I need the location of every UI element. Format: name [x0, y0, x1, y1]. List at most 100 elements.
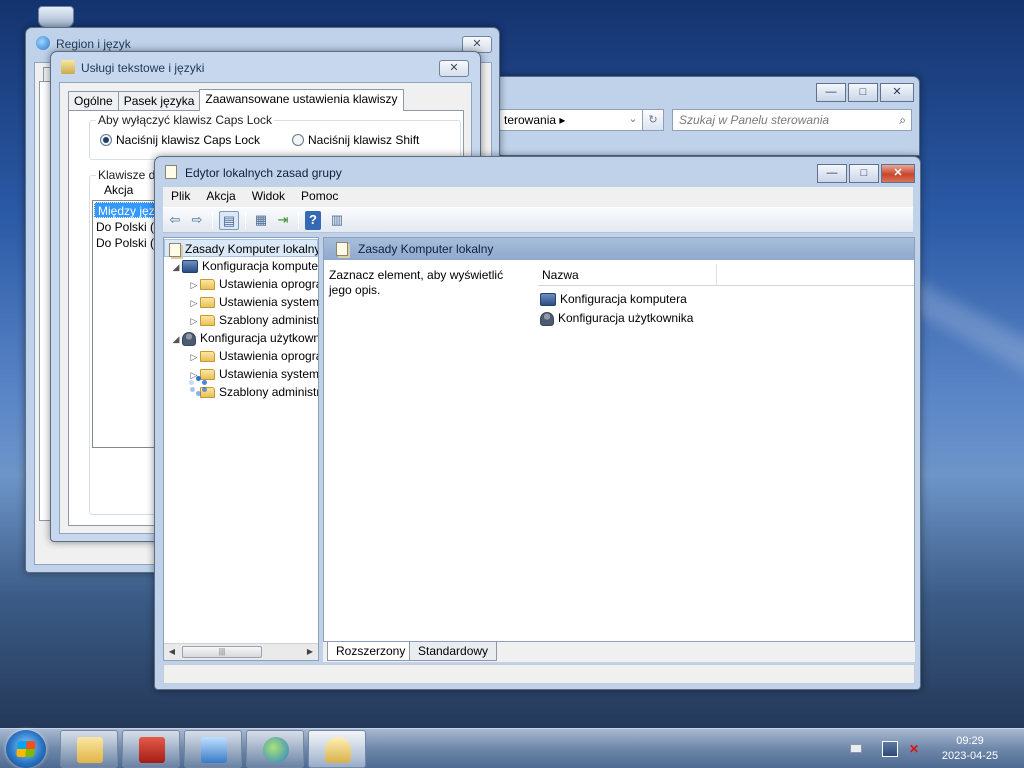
column-header-name[interactable]: Nazwa	[542, 268, 579, 282]
policy-doc-icon	[336, 242, 348, 256]
details-pane: Zasady Komputer lokalny Zaznacz element,…	[323, 237, 915, 661]
menu-file[interactable]: Plik	[163, 187, 198, 207]
export-list-icon[interactable]: ⇥	[273, 211, 293, 230]
column-header-action[interactable]: Akcja	[104, 183, 133, 197]
forward-arrow-icon[interactable]: ⇨	[187, 211, 207, 230]
menu-help[interactable]: Pomoc	[293, 187, 346, 207]
details-header: Zasady Komputer lokalny	[324, 238, 914, 260]
search-input[interactable]: Szukaj w Panelu sterowania ⌕	[672, 109, 912, 131]
menu-view[interactable]: Widok	[244, 187, 293, 207]
volume-muted-icon[interactable]: ✕	[906, 741, 922, 757]
collapse-icon[interactable]: ◢	[170, 330, 182, 348]
maximize-button[interactable]: □	[848, 83, 878, 102]
maximize-button[interactable]: □	[849, 164, 879, 183]
tree-item-user[interactable]: ◢Konfiguracja użytkownika	[170, 329, 318, 348]
control-panel-window: — □ ✕ terowania ▸ ⌄ ↻ Szukaj w Panelu st…	[500, 76, 920, 156]
tab-general[interactable]: Ogólne	[68, 91, 119, 111]
keyboard-tray-icon[interactable]	[850, 744, 862, 753]
toolbar-separator	[212, 212, 213, 229]
tab-language-bar[interactable]: Pasek języka	[117, 91, 201, 111]
tree-item-software-settings[interactable]: ▷Ustawienia oprogramowania	[188, 275, 318, 294]
computer-icon	[540, 293, 556, 307]
back-arrow-icon[interactable]: ⇦	[165, 211, 185, 230]
expand-icon[interactable]: ▷	[188, 294, 200, 312]
details-header-title: Zasady Komputer lokalny	[358, 242, 494, 256]
filter-view-icon[interactable]: ▥	[327, 211, 347, 230]
tab-standard[interactable]: Standardowy	[409, 642, 498, 661]
group-title: Aby wyłączyć klawisz Caps Lock	[96, 113, 275, 127]
list-item-user-config[interactable]: Konfiguracja użytkownika	[540, 309, 693, 327]
list-item-computer-config[interactable]: Konfiguracja komputera	[540, 290, 687, 308]
window-title: Region i język	[56, 37, 131, 51]
radio-capslock-label: Naciśnij klawisz Caps Lock	[116, 133, 261, 147]
clock-date: 2023-04-25	[941, 750, 999, 762]
scroll-thumb[interactable]: |||	[182, 646, 262, 658]
description-text: Zaznacz element, aby wyświetlić jego opi…	[329, 268, 504, 297]
taskbar-control-panel[interactable]	[184, 730, 242, 768]
menu-bar: Plik Akcja Widok Pomoc	[163, 187, 913, 207]
folder-icon	[200, 279, 215, 291]
status-bar	[163, 664, 915, 684]
user-icon	[540, 311, 554, 326]
window-title: Edytor lokalnych zasad grupy	[185, 166, 342, 180]
search-icon[interactable]: ⌕	[899, 110, 906, 130]
control-panel-icon	[201, 737, 227, 763]
radio-shift[interactable]	[292, 134, 304, 146]
tree-item-admin-templates[interactable]: ▷Szablony administracyjne	[188, 311, 318, 330]
expand-icon[interactable]: ▷	[188, 312, 200, 330]
keyboard-icon	[61, 60, 75, 74]
minimize-button[interactable]: —	[816, 83, 846, 102]
folder-icon	[200, 315, 215, 327]
column-header-row: Nazwa	[538, 264, 914, 286]
recycle-bin-icon[interactable]	[38, 6, 74, 28]
dropdown-icon[interactable]: ⌄	[622, 109, 644, 131]
tree-item-software-settings[interactable]: ▷Ustawienia oprogramowania	[188, 347, 318, 366]
clock-time: 09:29	[956, 735, 984, 747]
horizontal-scrollbar[interactable]: ◀ ||| ▶	[164, 643, 318, 660]
globe-icon	[36, 36, 50, 50]
user-icon	[182, 331, 196, 346]
scroll-right-icon[interactable]: ▶	[302, 644, 318, 660]
computer-icon	[182, 260, 198, 274]
column-separator[interactable]	[716, 264, 717, 286]
toolbox-icon	[139, 737, 165, 763]
radio-shift-label: Naciśnij klawisz Shift	[308, 133, 420, 147]
tree-pane: Zasady Komputer lokalny ◢ Konfiguracja ko…	[163, 237, 319, 661]
scroll-left-icon[interactable]: ◀	[164, 644, 180, 660]
taskbar-toolbox[interactable]	[122, 730, 180, 768]
keyboard-speech-icon	[325, 737, 351, 763]
collapse-icon[interactable]: ◢	[170, 258, 182, 276]
minimize-button[interactable]: —	[817, 164, 847, 183]
radio-capslock[interactable]	[100, 134, 112, 146]
group-policy-editor-window: Edytor lokalnych zasad grupy — □ ✕ Plik …	[154, 156, 921, 690]
taskbar-region-clock[interactable]	[246, 730, 304, 768]
taskbar: ✕ 09:29 2023-04-25	[0, 728, 1024, 768]
toolbar-separator	[298, 212, 299, 229]
show-hide-tree-icon[interactable]: ▤	[219, 211, 239, 230]
taskbar-explorer[interactable]	[60, 730, 118, 768]
start-button[interactable]	[6, 730, 46, 768]
close-button[interactable]: ✕	[880, 83, 914, 102]
expand-icon[interactable]: ▷	[188, 348, 200, 366]
globe-clock-icon	[263, 737, 289, 763]
menu-action[interactable]: Akcja	[198, 187, 243, 207]
tree-item-computer[interactable]: ◢ Konfiguracja komputera	[170, 257, 318, 276]
network-icon[interactable]	[882, 741, 898, 757]
clock[interactable]: 09:29 2023-04-25	[930, 734, 1010, 764]
tree-root[interactable]: Zasady Komputer lokalny	[164, 239, 318, 257]
refresh-button[interactable]: ↻	[642, 109, 664, 131]
toolbar-separator	[245, 212, 246, 229]
help-icon[interactable]: ?	[305, 211, 321, 230]
busy-cursor-icon	[188, 376, 208, 396]
chevron-right-icon: ▸	[559, 113, 566, 127]
tree-item-windows-settings[interactable]: ▷Ustawienia systemu Windows	[188, 293, 318, 312]
close-button[interactable]: ✕	[881, 164, 915, 183]
close-button[interactable]: ✕	[439, 60, 469, 77]
properties-icon[interactable]: ▦	[251, 211, 271, 230]
tab-extended[interactable]: Rozszerzony	[327, 642, 415, 661]
toolbar: ⇦ ⇨ ▤ ▦ ⇥ ? ▥	[163, 207, 913, 233]
taskbar-text-services[interactable]	[308, 730, 366, 768]
tab-advanced-key-settings[interactable]: Zaawansowane ustawienia klawiszy	[199, 89, 404, 111]
policy-doc-icon	[169, 242, 181, 257]
expand-icon[interactable]: ▷	[188, 276, 200, 294]
